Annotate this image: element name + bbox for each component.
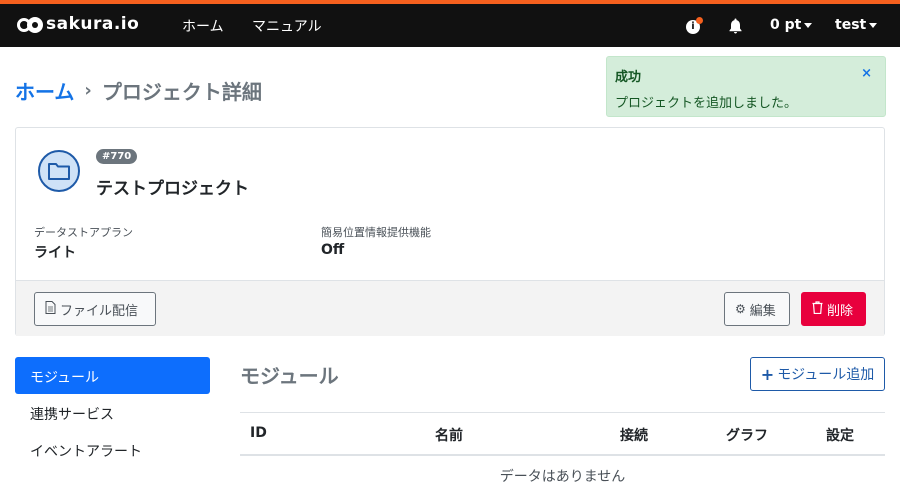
column-header-id[interactable]: ID (250, 425, 267, 441)
location-feature-label: 簡易位置情報提供機能 (321, 226, 431, 239)
sakura-logo-icon (17, 14, 43, 34)
alert-message: プロジェクトを追加しました。 (615, 96, 798, 111)
modules-title: モジュール (240, 364, 339, 388)
file-icon (45, 301, 56, 317)
folder-icon (38, 150, 80, 192)
location-feature-value: Off (321, 242, 345, 258)
column-header-name[interactable]: 名前 (435, 425, 463, 445)
file-delivery-label: ファイル配信 (60, 303, 139, 319)
points-value: 0 pt (770, 17, 802, 33)
edit-label: 編集 (749, 303, 776, 319)
project-card: #770 テストプロジェクト データストアプラン ライト 簡易位置情報提供機能 … (15, 127, 885, 336)
sidebar-item-modules[interactable]: モジュール (15, 357, 210, 394)
column-header-settings: 設定 (826, 428, 854, 444)
table-empty-message: データはありません (499, 469, 626, 485)
add-module-button[interactable]: + モジュール追加 (750, 357, 885, 391)
page-title: プロジェクト詳細 (101, 80, 262, 104)
card-footer: ファイル配信 ⚙ 編集 削除 (16, 280, 884, 336)
user-dropdown[interactable]: test (835, 17, 878, 33)
project-name: テストプロジェクト (96, 179, 249, 199)
chevron-down-icon (869, 22, 878, 28)
breadcrumb: ホーム › プロジェクト詳細 (15, 76, 262, 105)
column-header-connection: 接続 (620, 428, 648, 444)
datastore-plan-label: データストアプラン (34, 226, 133, 239)
delete-label: 削除 (827, 303, 854, 319)
delete-button[interactable]: 削除 (801, 292, 866, 326)
sidebar-item-event-alerts[interactable]: イベントアラート (15, 431, 210, 468)
datastore-plan-value: ライト (34, 245, 76, 261)
chevron-down-icon (804, 22, 813, 28)
points-dropdown[interactable]: 0 pt (770, 17, 813, 33)
nav-home-link[interactable]: ホーム (182, 16, 224, 36)
edit-button[interactable]: ⚙ 編集 (724, 292, 790, 326)
file-delivery-button[interactable]: ファイル配信 (34, 292, 156, 326)
trash-icon (812, 301, 823, 317)
close-icon[interactable]: × (861, 66, 872, 81)
bell-icon[interactable] (728, 18, 744, 34)
alert-title: 成功 (615, 70, 642, 85)
gear-icon: ⚙ (735, 302, 746, 316)
brand-logo[interactable]: sakura.io (17, 14, 139, 34)
info-icon[interactable]: i (686, 17, 703, 35)
breadcrumb-home-link[interactable]: ホーム (15, 76, 74, 105)
brand-name: sakura.io (46, 14, 140, 34)
plus-icon: + (760, 364, 775, 384)
navbar: sakura.io ホーム マニュアル i 0 pt test (0, 0, 900, 47)
notification-dot (696, 17, 703, 24)
breadcrumb-separator-icon: › (84, 80, 92, 101)
nav-manual-link[interactable]: マニュアル (252, 16, 322, 36)
column-header-graph: グラフ (726, 428, 768, 444)
sidebar-item-services[interactable]: 連携サービス (15, 394, 210, 431)
success-alert: 成功 プロジェクトを追加しました。 × (606, 56, 886, 117)
modules-table-header: ID 名前 接続 グラフ 設定 (240, 412, 885, 456)
project-id-badge: #770 (96, 149, 138, 164)
add-module-label: モジュール追加 (777, 367, 875, 383)
user-name: test (835, 17, 867, 33)
